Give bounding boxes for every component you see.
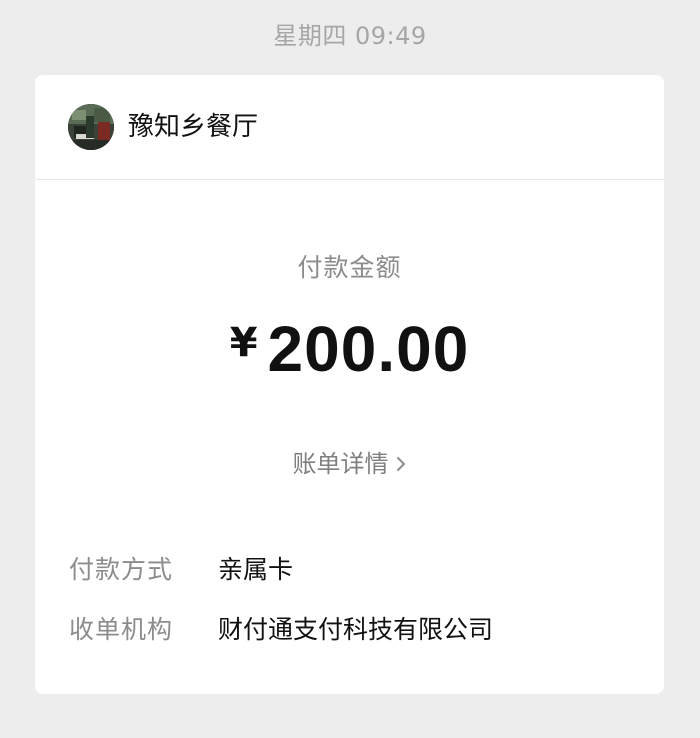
merchant-header[interactable]: 豫知乡餐厅	[35, 75, 664, 180]
merchant-name: 豫知乡餐厅	[128, 112, 259, 142]
amount-label: 付款金额	[297, 253, 402, 282]
message-timestamp: 星期四 09:49	[273, 22, 427, 50]
merchant-avatar-photo-icon	[68, 104, 114, 150]
payment-method-value: 亲属卡	[218, 555, 294, 584]
acquirer-label: 收单机构	[69, 615, 174, 644]
amount-display: ¥200.00	[35, 311, 664, 387]
bill-details-link[interactable]: 账单详情	[35, 447, 664, 481]
currency-symbol: ¥	[229, 320, 258, 366]
acquirer-value: 财付通支付科技有限公司	[218, 615, 494, 644]
bill-details-label: 账单详情	[292, 450, 389, 478]
payment-method-label: 付款方式	[69, 555, 174, 584]
merchant-avatar[interactable]	[68, 104, 114, 150]
chevron-right-icon	[396, 457, 405, 471]
amount-value: 200.00	[267, 313, 470, 385]
payment-notification-card[interactable]: 豫知乡餐厅 付款金额 ¥200.00 账单详情 付款方式 亲属卡 收单机构 财付…	[35, 75, 664, 694]
